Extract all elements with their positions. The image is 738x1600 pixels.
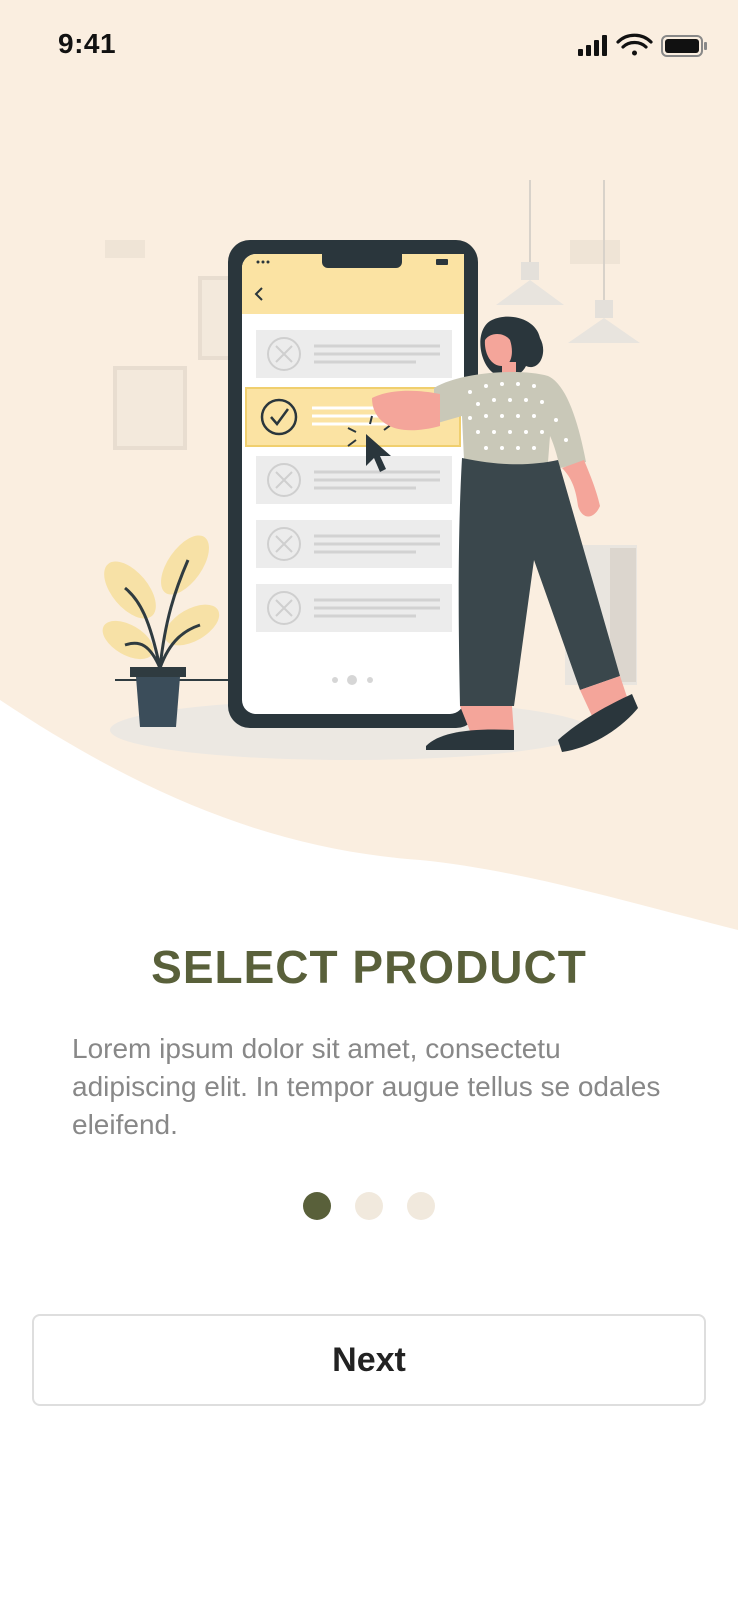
hero-illustration-area bbox=[0, 0, 738, 940]
onboarding-title: SELECT PRODUCT bbox=[151, 941, 587, 993]
wifi-icon bbox=[616, 33, 653, 56]
page-dot bbox=[407, 1192, 435, 1220]
page-indicator bbox=[0, 1192, 738, 1222]
status-bar: 9:41 bbox=[0, 0, 738, 90]
page-dot bbox=[355, 1192, 383, 1220]
page-dot-active bbox=[303, 1192, 331, 1220]
battery-icon bbox=[661, 35, 707, 57]
onboarding-description: Lorem ipsum dolor sit amet, consectetu a… bbox=[72, 1033, 661, 1140]
next-button[interactable]: Next bbox=[32, 1314, 706, 1406]
select-product-illustration bbox=[0, 0, 738, 930]
status-time: 9:41 bbox=[58, 28, 117, 59]
cellular-signal-icon bbox=[578, 35, 607, 56]
status-icons bbox=[578, 33, 707, 57]
